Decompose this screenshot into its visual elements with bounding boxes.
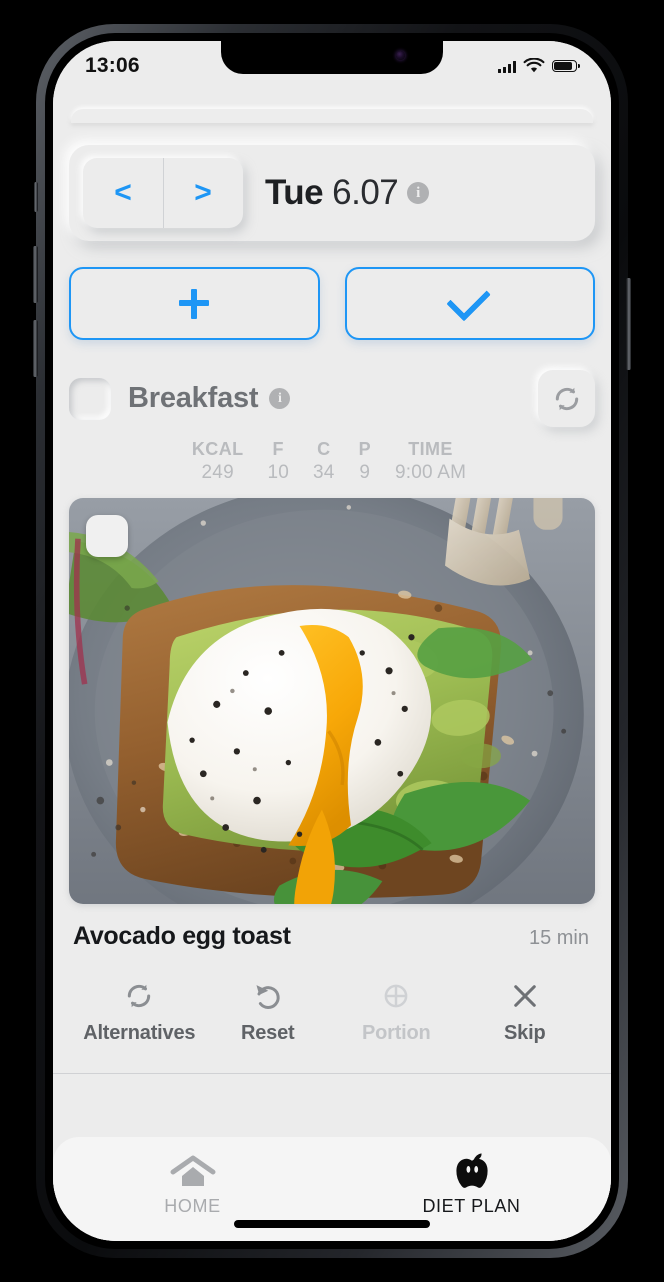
date-day-of-week: Tue [265, 173, 324, 212]
meal-checkbox[interactable] [69, 377, 111, 420]
nutrition-cell: KCAL 249 [154, 439, 256, 484]
alternatives-label: Alternatives [83, 1022, 196, 1044]
portion-button[interactable]: Portion [332, 981, 461, 1045]
nutrition-header: P [358, 439, 371, 459]
meal-nutrition-table: KCAL 249 F 10 C 34 P 9 TIME 9:00 AM [69, 439, 595, 484]
app-root: < > Tue 6.07 i Breakfast i KCAL 249 F 10… [53, 41, 611, 1241]
front-camera-icon [396, 51, 405, 60]
meal-action-buttons [69, 267, 595, 340]
volume-down-button[interactable] [33, 320, 38, 377]
status-bar-time: 13:06 [85, 54, 140, 77]
status-bar-indicators [498, 54, 580, 74]
meal-name-row: Avocado egg toast 15 min [73, 922, 589, 951]
nutrition-cell: C 34 [301, 439, 347, 484]
meal-duration: 15 min [528, 927, 589, 949]
notch [221, 41, 443, 74]
nutrition-header: F [272, 439, 284, 459]
meal-photo-checkbox[interactable] [86, 515, 128, 557]
previous-day-button[interactable]: < [83, 158, 163, 228]
tab-home-label: HOME [164, 1196, 221, 1216]
cellular-signal-icon [498, 60, 516, 73]
check-icon [446, 276, 491, 322]
add-meal-button[interactable] [69, 267, 320, 340]
portion-pie-icon [382, 981, 410, 1011]
battery-icon [552, 60, 580, 72]
next-day-button[interactable]: > [163, 158, 243, 228]
meal-name: Avocado egg toast [73, 922, 291, 950]
date-nav-buttons: < > [83, 158, 243, 228]
nutrition-value: 10 [267, 462, 290, 483]
nutrition-header: C [317, 439, 331, 459]
tabbar-divider [53, 1073, 611, 1074]
current-date: Tue 6.07 i [265, 173, 430, 213]
meal-title: Breakfast [128, 382, 259, 414]
apple-icon [453, 1151, 491, 1189]
nutrition-cell: P 9 [347, 439, 383, 484]
tab-diet-plan-label: DIET PLAN [422, 1196, 521, 1216]
phone-frame: 13:06 < > Tue 6.07 i Breakfast i KCAL 24… [33, 24, 631, 1258]
meal-photo[interactable] [69, 498, 595, 904]
wifi-icon [523, 58, 545, 73]
silent-switch-button[interactable] [34, 182, 38, 212]
screenshot-stage: 13:06 < > Tue 6.07 i Breakfast i KCAL 24… [0, 0, 664, 1282]
meal-info-icon[interactable]: i [269, 388, 291, 409]
nutrition-value: 9 [359, 462, 371, 483]
undo-icon [253, 981, 283, 1011]
nutrition-value: 249 [201, 462, 234, 483]
nutrition-header: KCAL [191, 439, 244, 459]
nutrition-cell: F 10 [255, 439, 301, 484]
date-info-icon[interactable]: i [407, 182, 430, 204]
nutrition-value: 34 [313, 462, 335, 483]
meal-header: Breakfast i [69, 370, 595, 427]
refresh-icon [124, 981, 154, 1011]
close-x-icon [511, 981, 539, 1011]
reset-label: Reset [241, 1022, 295, 1044]
nutrition-value: 9:00 AM [394, 462, 467, 483]
meal-refresh-button[interactable] [538, 370, 595, 427]
reset-button[interactable]: Reset [204, 981, 333, 1045]
top-panel-edge [71, 109, 593, 123]
nutrition-header: TIME [408, 439, 453, 459]
phone-screen: 13:06 < > Tue 6.07 i Breakfast i KCAL 24… [53, 41, 611, 1241]
volume-up-button[interactable] [33, 246, 38, 303]
refresh-icon [555, 387, 578, 410]
home-icon [170, 1151, 216, 1189]
avocado-egg-toast-image [69, 498, 595, 904]
alternatives-button[interactable]: Alternatives [75, 981, 204, 1045]
portion-label: Portion [361, 1022, 431, 1044]
skip-button[interactable]: Skip [461, 981, 590, 1045]
diet-plan-scroll-area[interactable]: < > Tue 6.07 i Breakfast i KCAL 249 F 10… [53, 41, 611, 1137]
confirm-day-button[interactable] [344, 267, 595, 340]
phone-bezel: 13:06 < > Tue 6.07 i Breakfast i KCAL 24… [45, 33, 619, 1249]
home-indicator[interactable] [234, 1220, 430, 1228]
date-navigation-bar: < > Tue 6.07 i [69, 145, 595, 241]
meal-tools: Alternatives Reset Portion Skip [75, 981, 589, 1045]
skip-label: Skip [504, 1022, 546, 1044]
power-button[interactable] [626, 278, 631, 370]
plus-icon [179, 288, 210, 319]
nutrition-cell: TIME 9:00 AM [383, 439, 510, 484]
date-number: 6.07 [332, 173, 399, 212]
